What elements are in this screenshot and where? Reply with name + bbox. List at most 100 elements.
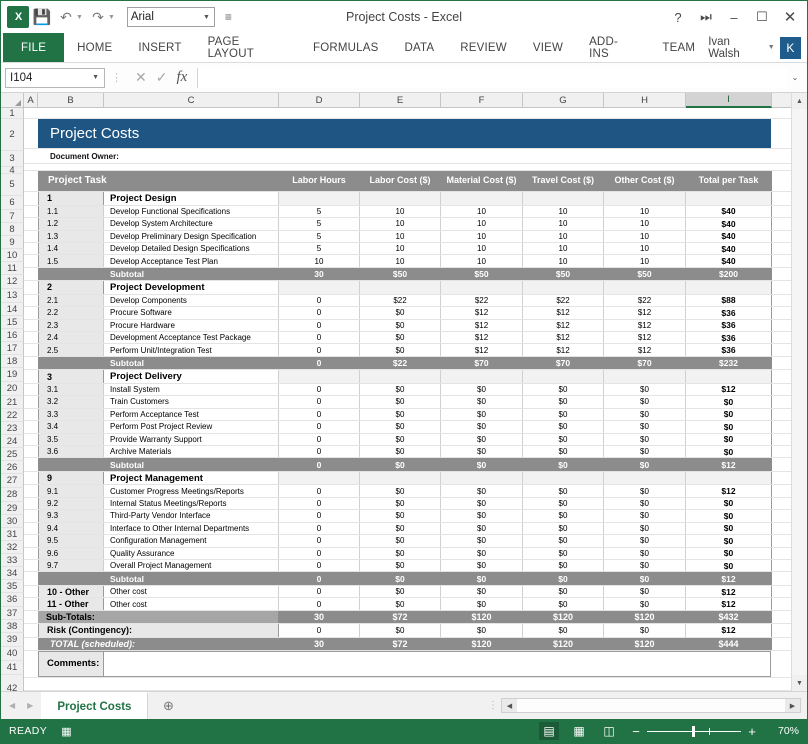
zoom-track[interactable] — [647, 725, 741, 737]
row-header[interactable]: 13 — [1, 289, 24, 303]
redo-icon[interactable]: ↷ — [87, 6, 109, 28]
tab-insert[interactable]: INSERT — [125, 33, 194, 62]
avatar[interactable]: K — [779, 36, 801, 59]
undo-icon[interactable]: ↶ — [55, 6, 77, 28]
next-sheet-icon[interactable]: ▶ — [27, 701, 33, 710]
row-header[interactable]: 4 — [1, 165, 24, 176]
row-header[interactable]: 41 — [1, 661, 24, 675]
row-header[interactable]: 42 — [1, 675, 24, 691]
row-header[interactable]: 10 — [1, 249, 24, 262]
row-header[interactable]: 40 — [1, 647, 24, 661]
name-box[interactable]: I104 ▼ — [5, 67, 105, 88]
zoom-slider[interactable]: − + — [629, 724, 759, 739]
row-header[interactable]: 37 — [1, 607, 24, 620]
row-header[interactable]: 18 — [1, 355, 24, 368]
tab-review[interactable]: REVIEW — [447, 33, 520, 62]
column-header-h[interactable]: H — [604, 93, 686, 108]
cancel-icon[interactable]: ✕ — [135, 69, 147, 86]
column-header-f[interactable]: F — [441, 93, 523, 108]
row-header[interactable]: 15 — [1, 316, 24, 329]
row-header[interactable]: 35 — [1, 580, 24, 593]
horizontal-scroll-track[interactable] — [517, 699, 785, 712]
sheet-tab-project-costs[interactable]: Project Costs — [41, 692, 149, 719]
row-header[interactable]: 9 — [1, 236, 24, 249]
ribbon-display-options-icon[interactable]: ⏭ — [693, 6, 719, 28]
tab-data[interactable]: DATA — [392, 33, 448, 62]
vertical-scrollbar[interactable]: ▲ ▼ — [791, 93, 807, 691]
row-header[interactable]: 16 — [1, 329, 24, 342]
page-break-preview-icon[interactable]: ◫ — [599, 722, 619, 740]
tab-add-ins[interactable]: ADD-INS — [576, 33, 649, 62]
undo-dropdown-icon[interactable]: ▼ — [76, 14, 83, 21]
row-header[interactable]: 33 — [1, 554, 24, 567]
scroll-down-icon[interactable]: ▼ — [791, 675, 807, 691]
row-header[interactable]: 38 — [1, 620, 24, 633]
row-header[interactable]: 6 — [1, 196, 24, 210]
zoom-in-icon[interactable]: + — [745, 724, 759, 739]
tab-formulas[interactable]: FORMULAS — [300, 33, 392, 62]
row-header[interactable]: 31 — [1, 528, 24, 541]
row-header[interactable]: 25 — [1, 448, 24, 461]
row-header[interactable]: 39 — [1, 633, 24, 647]
tab-home[interactable]: HOME — [64, 33, 125, 62]
zoom-thumb[interactable] — [692, 725, 696, 737]
row-header[interactable]: 23 — [1, 422, 24, 435]
add-sheet-icon[interactable]: ⊕ — [148, 692, 188, 719]
column-header-b[interactable]: B — [38, 93, 104, 108]
select-all-corner[interactable] — [1, 93, 24, 108]
row-header[interactable]: 21 — [1, 396, 24, 409]
row-header[interactable]: 1 — [1, 108, 24, 119]
column-header-d[interactable]: D — [279, 93, 360, 108]
previous-sheet-icon[interactable]: ◀ — [9, 701, 15, 710]
user-name[interactable]: Ivan Walsh — [708, 36, 763, 60]
row-header[interactable]: 26 — [1, 461, 24, 474]
column-header-a[interactable]: A — [24, 93, 38, 108]
horizontal-scrollbar[interactable]: ◀ ▶ — [501, 698, 801, 713]
row-header[interactable]: 30 — [1, 515, 24, 528]
cell-grid[interactable]: Project Costs Document Owner: Project Task… — [24, 108, 791, 691]
row-header[interactable]: 8 — [1, 223, 24, 236]
enter-icon[interactable]: ✓ — [156, 69, 168, 86]
row-header[interactable]: 34 — [1, 567, 24, 580]
minimize-icon[interactable]: – — [721, 6, 747, 28]
row-header[interactable]: 17 — [1, 342, 24, 355]
tab-file[interactable]: FILE — [3, 33, 65, 62]
record-macro-icon[interactable]: ▦ — [61, 725, 71, 738]
row-header[interactable]: 27 — [1, 474, 24, 488]
row-header[interactable]: 28 — [1, 488, 24, 502]
column-header-g[interactable]: G — [523, 93, 604, 108]
normal-view-icon[interactable]: ▤ — [539, 722, 559, 740]
row-header[interactable]: 29 — [1, 502, 24, 515]
row-header[interactable]: 7 — [1, 210, 24, 223]
row-header[interactable]: 12 — [1, 275, 24, 289]
scroll-left-icon[interactable]: ◀ — [502, 699, 517, 712]
row-header[interactable]: 36 — [1, 593, 24, 607]
row-header[interactable]: 24 — [1, 435, 24, 448]
column-header-e[interactable]: E — [360, 93, 441, 108]
row-header[interactable]: 22 — [1, 409, 24, 422]
chevron-down-icon[interactable]: ▼ — [768, 44, 775, 51]
row-header[interactable]: 19 — [1, 368, 24, 382]
font-name-box[interactable]: Arial ▼ — [126, 7, 215, 27]
formula-input[interactable] — [197, 67, 787, 88]
help-icon[interactable]: ? — [665, 6, 691, 28]
chevron-down-icon[interactable]: ▼ — [92, 74, 99, 81]
row-header[interactable]: 20 — [1, 382, 24, 396]
restore-icon[interactable]: ☐ — [749, 6, 775, 28]
scroll-right-icon[interactable]: ▶ — [785, 699, 800, 712]
column-header-c[interactable]: C — [104, 93, 279, 108]
customize-qat-icon[interactable]: ≡ — [225, 10, 232, 24]
zoom-level[interactable]: 70% — [769, 725, 799, 737]
tab-team[interactable]: TEAM — [649, 33, 708, 62]
row-header[interactable]: 32 — [1, 541, 24, 554]
tab-page-layout[interactable]: PAGE LAYOUT — [195, 33, 300, 62]
insert-function-icon[interactable]: fx — [176, 69, 187, 86]
row-header[interactable]: 11 — [1, 262, 24, 275]
close-icon[interactable]: ✕ — [777, 6, 803, 28]
row-header[interactable]: 5 — [1, 174, 24, 196]
column-header-i[interactable]: I — [686, 93, 772, 108]
save-icon[interactable]: 💾 — [31, 6, 53, 28]
tab-view[interactable]: VIEW — [520, 33, 576, 62]
redo-dropdown-icon[interactable]: ▼ — [108, 14, 115, 21]
expand-formula-bar-icon[interactable]: ⌄ — [787, 73, 803, 82]
